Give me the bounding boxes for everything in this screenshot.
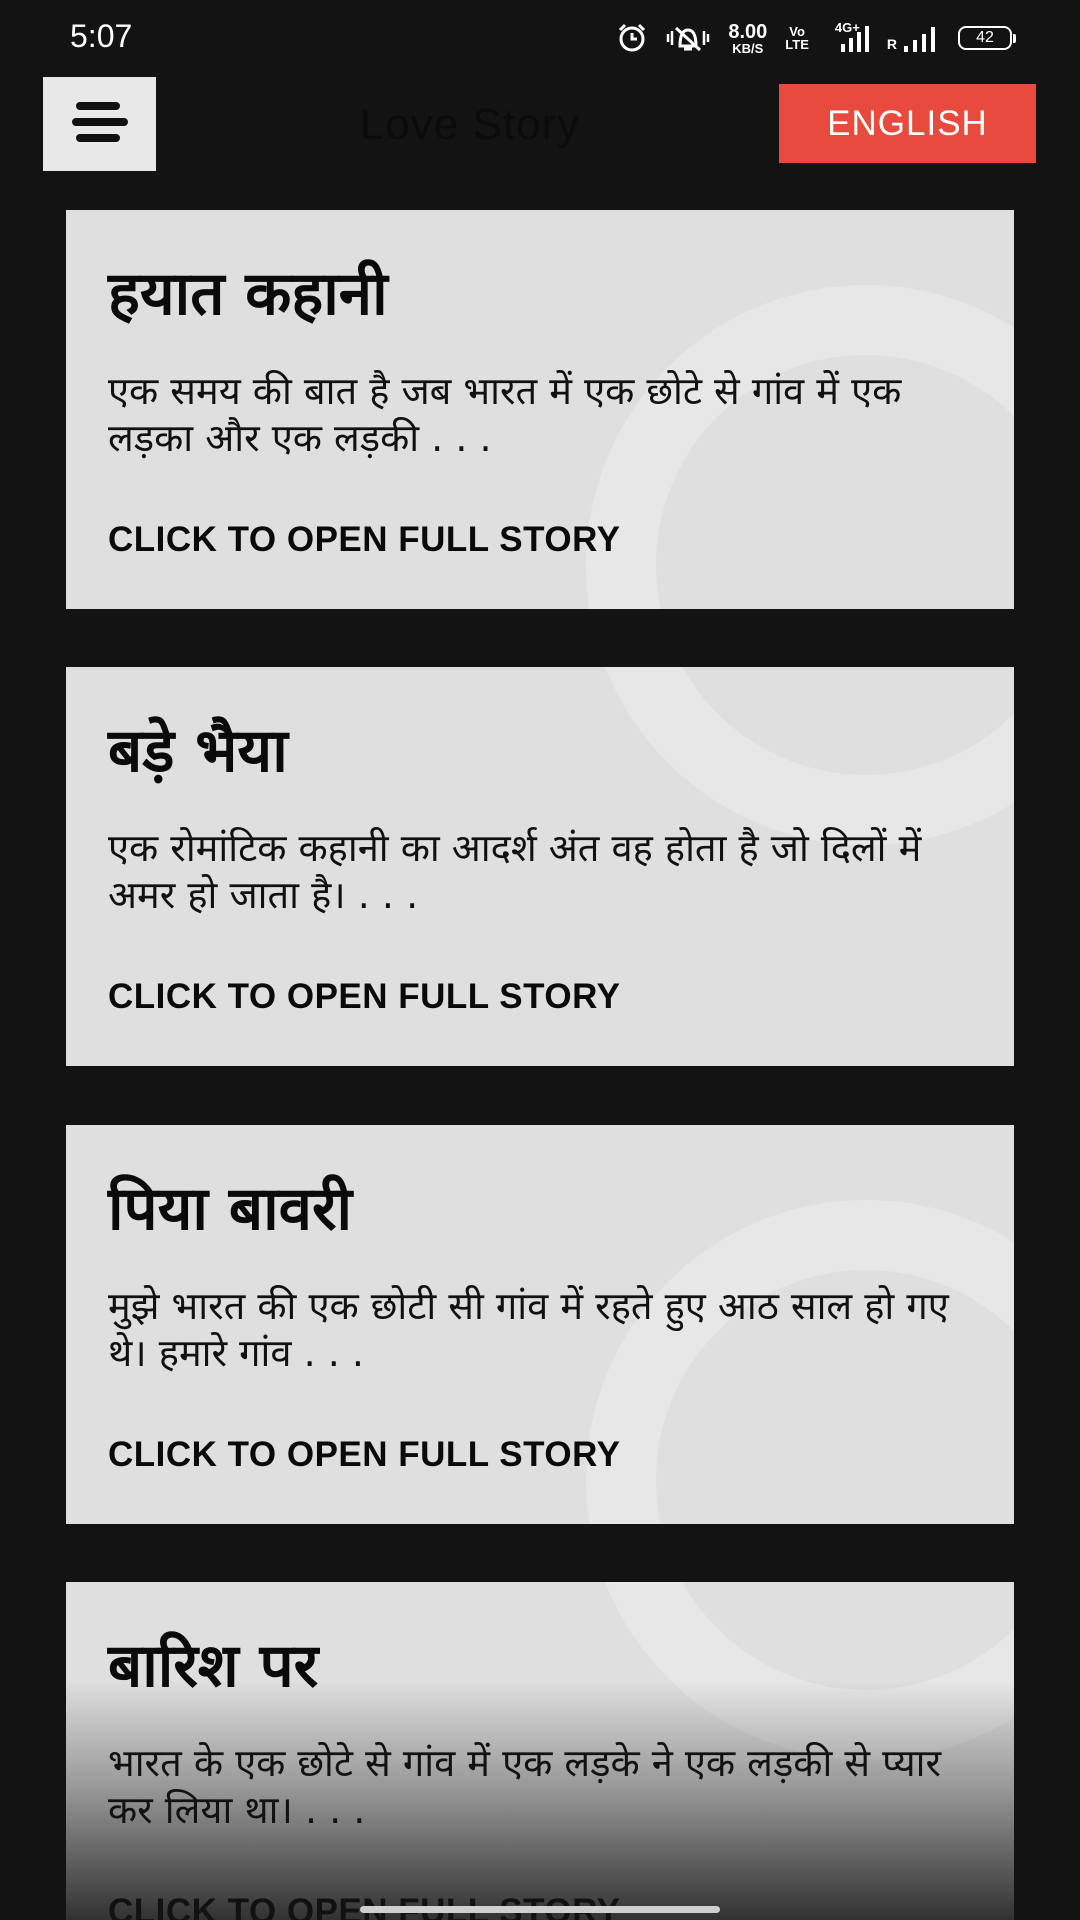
story-excerpt: एक समय की बात है जब भारत में एक छोटे से … [108,369,902,460]
vibrate-silent-icon [666,22,710,54]
story-title: पिया बावरी [108,1174,353,1244]
story-card[interactable]: बारिश पर भारत के एक छोटे से गांव में एक … [66,1582,1014,1920]
story-card[interactable]: हयात कहानी एक समय की बात है जब भारत में … [66,210,1014,609]
language-toggle-button[interactable]: ENGLISH [779,84,1036,163]
volte-bottom: LTE [785,37,809,52]
story-card[interactable]: पिया बावरी मुझे भारत की एक छोटी सी गांव … [66,1125,1014,1524]
card-decoration [605,667,1014,845]
battery-icon: 42 [958,26,1016,50]
open-story-link[interactable]: CLICK TO OPEN FULL STORY [108,520,620,560]
app-screen: 5:07 8.00 KB/S Vo LTE 4G+ R 42 Love Stor… [0,0,1080,1920]
status-bar: 5:07 8.00 KB/S Vo LTE 4G+ R 42 [0,0,1080,76]
story-excerpt: भारत के एक छोटे से गांव में एक लड़के ने … [108,1741,942,1832]
signal-roaming-icon: R [887,24,940,52]
story-title: हयात कहानी [108,259,388,329]
net-speed-value: 8.00 [728,20,768,43]
alarm-icon [616,22,648,54]
open-story-link[interactable]: CLICK TO OPEN FULL STORY [108,977,620,1017]
story-title: बारिश पर [108,1631,319,1701]
roaming-indicator: R [886,36,897,52]
status-time: 5:07 [70,18,133,54]
story-card[interactable]: बड़े भैया एक रोमांटिक कहानी का आदर्श अंत… [66,667,1014,1066]
open-story-link[interactable]: CLICK TO OPEN FULL STORY [108,1435,620,1475]
volte-badge: Vo LTE [785,25,809,51]
signal-4g-icon: 4G+ [827,20,869,52]
net-speed-unit: KB/S [732,40,764,56]
story-excerpt: मुझे भारत की एक छोटी सी गांव में रहते हु… [108,1284,949,1375]
card-decoration [605,1582,1014,1760]
story-title: बड़े भैया [108,716,288,786]
battery-level: 42 [976,29,994,46]
network-type: 4G+ [834,20,860,35]
status-icons: 8.00 KB/S Vo LTE 4G+ R 42 [616,20,1016,56]
net-speed: 8.00 KB/S [728,22,767,55]
home-indicator[interactable] [360,1906,720,1913]
story-excerpt: एक रोमांटिक कहानी का आदर्श अंत वह होता ह… [108,826,922,917]
